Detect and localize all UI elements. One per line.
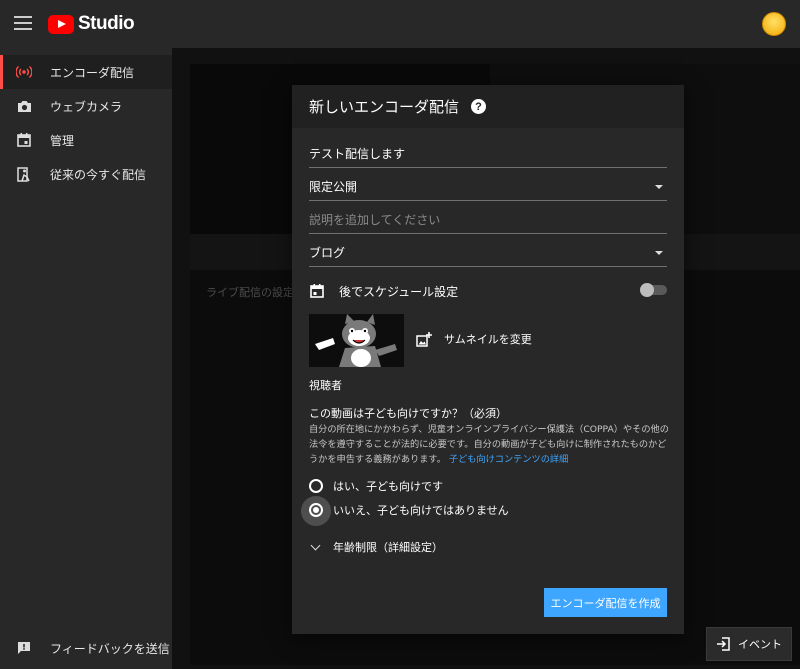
category-value: ブログ [309,246,346,260]
kids-description: 自分の所在地にかかわらず、児童オンラインプライバシー保護法（COPPA）やその他… [309,422,671,467]
radio-button[interactable] [309,479,323,493]
feedback-icon [16,640,32,656]
schedule-toggle[interactable] [640,283,667,297]
new-encoder-dialog: 新しいエンコーダ配信 ? テスト配信します 限定公開 説明を追加してください ブ… [292,85,684,634]
event-label: イベント [738,638,782,651]
dialog-title: 新しいエンコーダ配信 [309,98,460,116]
sidebar-item-label: フィードバックを送信 [50,641,170,656]
dialog-header: 新しいエンコーダ配信 ? [292,85,684,128]
live-legacy-icon [16,166,32,182]
chevron-down-icon [310,540,321,550]
logo-text: Studio [78,13,135,34]
radio-kids-no[interactable]: いいえ、子ども向けではありません [309,502,509,518]
avatar[interactable] [762,12,786,36]
visibility-select[interactable]: 限定公開 [309,173,667,201]
title-value: テスト配信します [309,147,406,161]
camera-icon [16,98,32,114]
add-photo-icon [416,331,432,347]
menu-icon[interactable] [14,16,32,30]
top-bar: Studio [0,0,800,48]
schedule-row: 後でスケジュール設定 [309,279,667,303]
radio-label: はい、子ども向けです [333,480,443,493]
chevron-down-icon [655,251,663,255]
create-encoder-button[interactable]: エンコーダ配信を作成 [544,588,667,617]
radio-kids-yes[interactable]: はい、子ども向けです [309,478,443,494]
radio-button-checked[interactable] [309,503,323,517]
sidebar-item-label: ウェブカメラ [50,99,123,114]
kids-content-link[interactable]: 子ども向けコンテンツの詳細 [449,454,568,465]
radio-label: いいえ、子ども向けではありません [333,504,509,517]
sidebar-item-label: 従来の今すぐ配信 [50,167,147,182]
thumbnail-image[interactable] [309,314,404,367]
category-select[interactable]: ブログ [309,239,667,267]
sidebar-item-manage[interactable]: 管理 [0,123,172,157]
youtube-play-icon [48,14,74,34]
schedule-label: 後でスケジュール設定 [339,284,459,299]
youtube-studio-logo[interactable]: Studio [48,13,135,35]
calendar-icon [309,283,325,299]
sidebar-item-webcam[interactable]: ウェブカメラ [0,89,172,123]
sidebar-item-label: 管理 [50,133,75,148]
age-restriction-expander[interactable]: 年齢制限（詳細設定） [310,539,443,555]
change-thumbnail-label: サムネイルを変更 [444,333,532,346]
age-restriction-label: 年齢制限（詳細設定） [333,541,443,554]
chevron-down-icon [655,185,663,189]
sidebar-item-label: エンコーダ配信 [50,65,135,80]
description-input[interactable]: 説明を追加してください [309,206,667,234]
title-input[interactable]: テスト配信します [309,140,667,168]
broadcast-icon [16,64,32,80]
calendar-icon [16,132,32,148]
sidebar: エンコーダ配信 ウェブカメラ 管理 従来の今すぐ配信 フィードバックを送信 [0,48,172,669]
sidebar-item-encoder[interactable]: エンコーダ配信 [0,55,172,89]
kids-question: この動画は子ども向けですか？（必須） [309,407,507,420]
visibility-value: 限定公開 [309,180,358,194]
exit-to-app-icon [717,637,730,651]
change-thumbnail-button[interactable]: サムネイルを変更 [416,331,532,347]
help-icon[interactable]: ? [471,99,487,114]
sidebar-item-feedback[interactable]: フィードバックを送信 [0,631,172,665]
sidebar-item-legacy-live[interactable]: 従来の今すぐ配信 [0,157,172,191]
audience-title: 視聴者 [309,379,342,392]
description-placeholder: 説明を追加してください [309,213,441,227]
event-button[interactable]: イベント [706,627,792,661]
